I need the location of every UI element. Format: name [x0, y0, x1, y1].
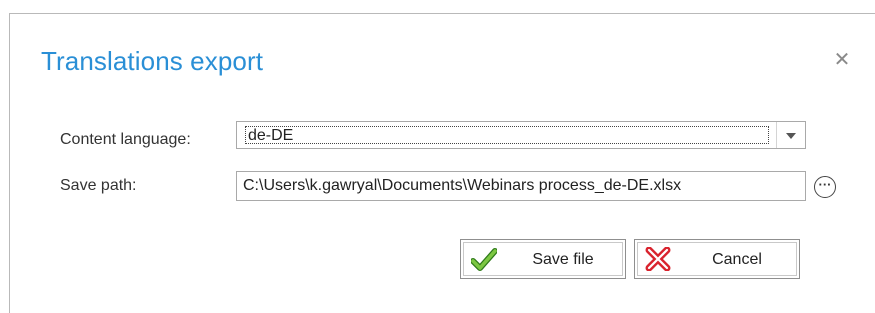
dialog-title: Translations export — [41, 46, 264, 76]
save-path-label: Save path: — [60, 177, 137, 194]
cancel-label: Cancel — [712, 251, 762, 268]
content-language-select[interactable]: de-DE — [236, 121, 806, 149]
ellipsis-circle-icon[interactable]: ··· — [814, 176, 836, 198]
red-x-icon — [645, 247, 671, 271]
translations-export-dialog: Translations export ✕ Content language: … — [9, 13, 875, 313]
close-icon[interactable]: ✕ — [832, 50, 852, 70]
content-language-value: de-DE — [245, 126, 769, 144]
green-checkmark-icon — [471, 248, 497, 271]
cancel-button[interactable]: Cancel — [634, 239, 800, 279]
content-language-label: Content language: — [60, 131, 191, 148]
save-file-button[interactable]: Save file — [460, 239, 626, 279]
save-path-input[interactable]: C:\Users\k.gawryal\Documents\Webinars pr… — [236, 171, 806, 201]
chevron-down-icon[interactable] — [776, 122, 805, 148]
save-file-label: Save file — [532, 251, 594, 268]
